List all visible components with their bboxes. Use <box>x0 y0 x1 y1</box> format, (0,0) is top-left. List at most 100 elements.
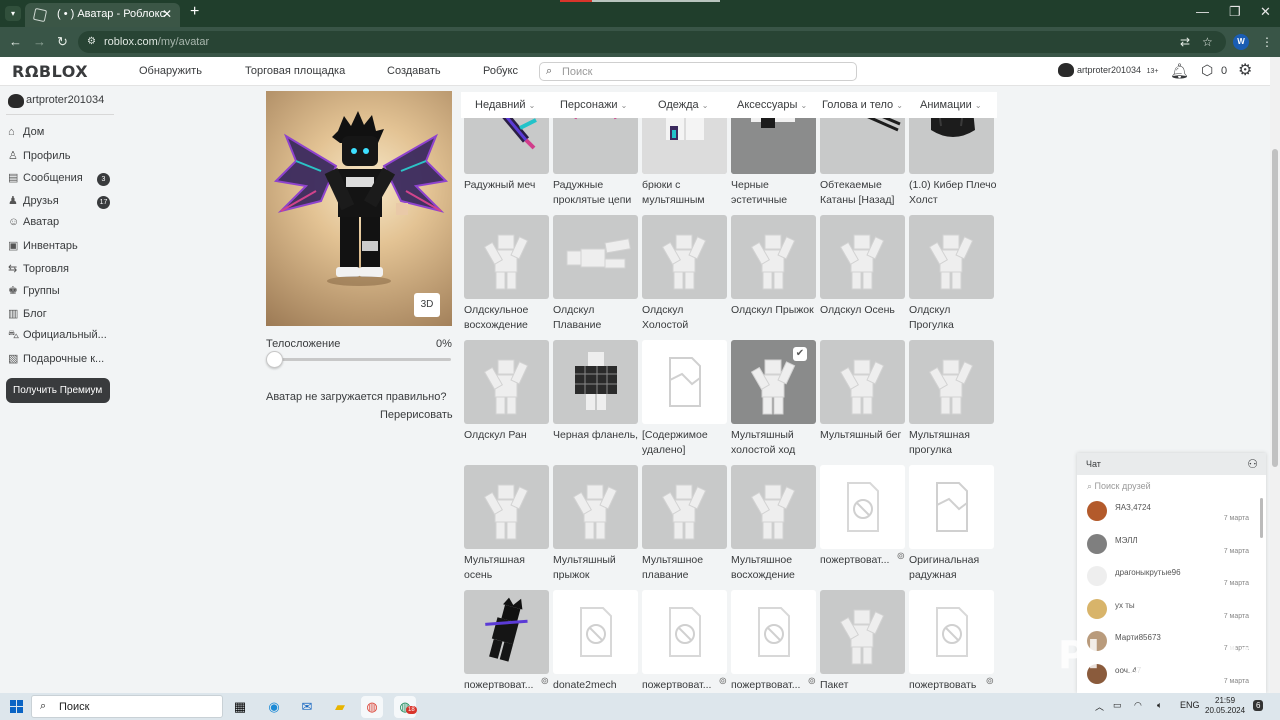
avatar-item-card[interactable]: пожертвоват... ⊚ <box>464 590 549 693</box>
item-thumbnail[interactable] <box>553 118 638 174</box>
url-field[interactable]: ⚙ roblox.com/my/avatar <box>78 31 1226 53</box>
chat-contact[interactable]: МЭЛЛ 7 марта <box>1087 533 1257 566</box>
avatar-item-card[interactable]: Радужный меч <box>464 118 549 210</box>
avatar-item-card[interactable]: (1.0) Кибер Плечо Холст <box>909 118 996 210</box>
item-thumbnail[interactable] <box>909 118 994 174</box>
item-thumbnail[interactable] <box>642 118 727 174</box>
scrollbar-thumb[interactable] <box>1272 149 1278 467</box>
taskbar-clock[interactable]: 21:59 20.05.2024 <box>1205 696 1245 716</box>
taskbar-search-input[interactable]: ⌕ Поиск <box>31 695 223 718</box>
item-thumbnail[interactable] <box>464 340 549 424</box>
friend-search-input[interactable]: ⌕ Поиск друзей <box>1087 481 1151 492</box>
browser-tab-avatar[interactable]: ( • ) Аватар - Роблокс ✕ <box>25 3 180 27</box>
item-thumbnail[interactable]: ✔ <box>731 340 816 424</box>
sidebar-user[interactable]: artproter201034 <box>8 94 104 108</box>
item-thumbnail[interactable] <box>909 215 994 299</box>
sidebar-item-9[interactable]: ⛍ Официальный... <box>8 329 118 347</box>
avatar-item-card[interactable]: пожертвовать ⊚ <box>909 590 994 693</box>
item-thumbnail[interactable] <box>820 215 905 299</box>
notifications-bell-icon[interactable]: 🔔︎ <box>1170 62 1189 80</box>
item-thumbnail[interactable] <box>820 465 905 549</box>
extension-w-icon[interactable]: W <box>1233 34 1249 50</box>
avatar-item-card[interactable]: Олдскул Холостой <box>642 215 727 335</box>
sidebar-item-8[interactable]: ▥ Блог <box>8 307 118 325</box>
avatar-item-card[interactable]: ✔ Мультяшный холостой ход <box>731 340 816 460</box>
item-thumbnail[interactable] <box>820 340 905 424</box>
chat-settings-icon[interactable]: ⚇ <box>1247 457 1258 471</box>
item-thumbnail[interactable] <box>553 465 638 549</box>
wifi-icon[interactable]: ◠ <box>1134 700 1142 711</box>
item-thumbnail[interactable] <box>553 340 638 424</box>
chat-contact[interactable]: ЯАЗ,4724 7 марта <box>1087 501 1257 533</box>
task-view-icon[interactable]: ▦ <box>229 696 251 718</box>
sidebar-item-0[interactable]: ⌂ Дом <box>8 126 118 144</box>
restore-icon[interactable]: ❐ <box>1229 4 1241 20</box>
avatar-preview[interactable] <box>266 91 452 326</box>
chat-header[interactable]: Чат ⚇ <box>1077 453 1266 475</box>
avatar-item-card[interactable]: Олдскул Осень <box>820 215 905 335</box>
item-thumbnail[interactable] <box>464 465 549 549</box>
tab-characters[interactable]: Персонажи ⌄ <box>560 99 627 111</box>
avatar-item-card[interactable]: Мультяшная прогулка <box>909 340 994 460</box>
avatar-item-card[interactable]: Мультяшное восхождение <box>731 465 816 585</box>
avatar-item-card[interactable]: Обтекаемые Катаны [Назад] <box>820 118 905 210</box>
sidebar-item-10[interactable]: ▧ Подарочные к... <box>8 352 118 370</box>
avatar-item-card[interactable]: Пакет <box>820 590 905 693</box>
window-close-icon[interactable]: ✕ <box>1260 4 1271 20</box>
chat-scrollbar[interactable] <box>1260 498 1263 538</box>
chrome-profile-icon[interactable]: ◍ 18 <box>394 696 417 718</box>
avatar-item-card[interactable]: пожертвоват... ⊚ <box>731 590 816 693</box>
minimize-icon[interactable]: — <box>1196 4 1209 19</box>
header-user[interactable]: artproter201034 13+ <box>1058 63 1158 77</box>
notification-center-badge[interactable]: 6 <box>1253 700 1264 711</box>
toggle-3d-button[interactable]: 3D <box>414 293 440 317</box>
edge-icon[interactable]: ◉ <box>263 696 285 718</box>
item-thumbnail[interactable] <box>642 340 727 424</box>
avatar-item-card[interactable]: [Содержимое удалено] <box>642 340 727 460</box>
avatar-item-card[interactable]: пожертвоват... ⊚ <box>820 465 905 585</box>
sidebar-item-7[interactable]: ♚ Группы <box>8 284 118 302</box>
item-thumbnail[interactable] <box>909 590 994 674</box>
avatar-item-card[interactable]: Оригинальная радужная <box>909 465 994 585</box>
tab-clothing[interactable]: Одежда ⌄ <box>658 99 708 111</box>
roblox-logo[interactable]: RΩBLOX <box>12 62 88 81</box>
file-explorer-icon[interactable]: ▰ <box>329 696 351 718</box>
item-thumbnail[interactable] <box>642 465 727 549</box>
avatar-item-card[interactable]: Радужные проклятые цепи <box>553 118 638 210</box>
search-input[interactable]: ⌕ Поиск <box>539 62 857 81</box>
item-thumbnail[interactable] <box>553 215 638 299</box>
reload-icon[interactable]: ↻ <box>57 34 68 50</box>
body-type-slider-knob[interactable] <box>266 351 283 368</box>
item-thumbnail[interactable] <box>464 118 549 174</box>
item-thumbnail[interactable] <box>642 215 727 299</box>
site-info-icon[interactable]: ⚙ <box>87 36 96 47</box>
item-thumbnail[interactable] <box>909 340 994 424</box>
redraw-link[interactable]: Перерисовать <box>380 409 453 421</box>
avatar-item-card[interactable]: Мультяшный бег <box>820 340 905 460</box>
nav-create[interactable]: Создавать <box>387 65 441 77</box>
settings-gear-icon[interactable]: ⚙ <box>1238 60 1252 80</box>
page-scrollbar[interactable] <box>1270 57 1280 693</box>
tab-animations[interactable]: Анимации ⌄ <box>920 99 982 111</box>
item-thumbnail[interactable] <box>820 118 905 174</box>
nav-robux[interactable]: Робукс <box>483 65 518 77</box>
volume-icon[interactable]: 🔈︎ <box>1157 700 1162 711</box>
tray-overflow-icon[interactable]: ︿ <box>1095 700 1104 713</box>
language-indicator[interactable]: ENG <box>1180 700 1200 710</box>
nav-marketplace[interactable]: Торговая площадка <box>245 65 345 77</box>
avatar-item-card[interactable]: Черная фланель, <box>553 340 638 460</box>
item-thumbnail[interactable] <box>820 590 905 674</box>
avatar-item-card[interactable]: Мультяшная осень <box>464 465 549 585</box>
browser-menu-icon[interactable]: ⋮ <box>1261 35 1273 49</box>
avatar-item-card[interactable]: Мультяшный прыжок <box>553 465 638 585</box>
avatar-item-card[interactable]: Мультяшное плавание <box>642 465 727 585</box>
item-thumbnail[interactable] <box>553 590 638 674</box>
item-thumbnail[interactable] <box>464 590 549 674</box>
body-type-slider[interactable] <box>274 358 451 361</box>
mail-icon[interactable]: ✉ <box>296 696 318 718</box>
item-thumbnail[interactable] <box>642 590 727 674</box>
tab-recent[interactable]: Недавний ⌄ <box>475 99 535 111</box>
item-thumbnail[interactable] <box>731 465 816 549</box>
windows-start-icon[interactable] <box>10 700 23 713</box>
avatar-item-card[interactable]: donate2mech <box>553 590 638 693</box>
